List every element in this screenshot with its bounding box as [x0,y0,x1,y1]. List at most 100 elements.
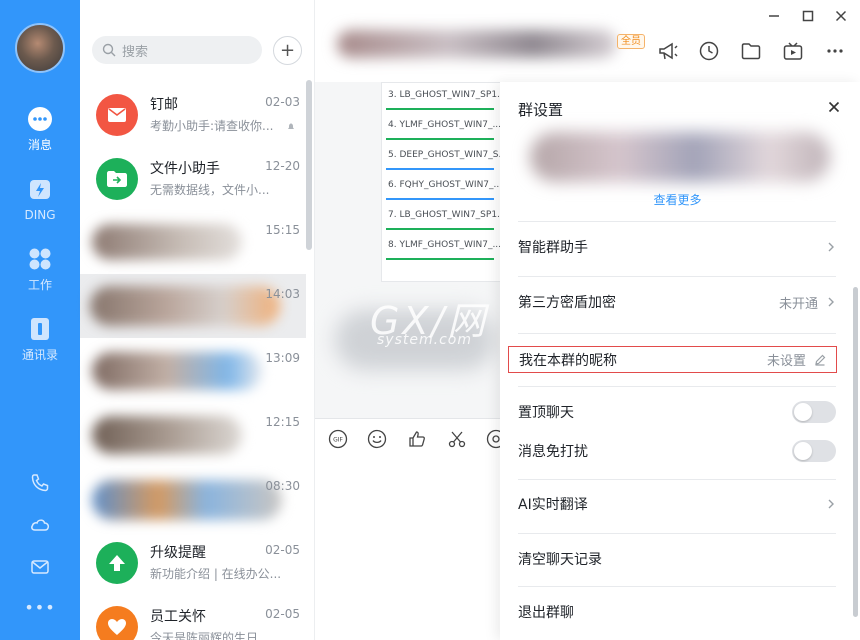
row-label: 智能群助手 [518,240,588,256]
do-not-disturb-row: 消息免打扰 [518,431,836,471]
divider [518,586,836,587]
file-message[interactable]: 8. YLMF_GHOST_WIN7_... [382,233,500,263]
pin-chat-row: 置顶聊天 [518,392,836,432]
rail-item-label: 通讯录 [21,348,58,362]
conversation-time: 02-03 [265,95,300,109]
rail-item-work[interactable]: 工作 [0,246,80,310]
ai-translate-row[interactable]: AI实时翻译 [518,484,836,524]
live-video-icon[interactable] [782,40,804,62]
row-value: 未开通 [778,296,818,312]
user-avatar[interactable] [15,23,65,73]
rail-phone[interactable] [0,472,80,498]
rail-more[interactable]: ••• [0,598,80,617]
file-message[interactable]: 6. FQHY_GHOST_WIN7_... [382,173,500,203]
rail-item-ding[interactable]: DING [0,176,80,240]
file-message[interactable]: 7. LB_GHOST_WIN7_SP1... [382,203,500,233]
conversation-preview: 无需数据线，文件小... [150,183,270,197]
row-label: 退出群聊 [518,605,574,621]
file-name: 7. LB_GHOST_WIN7_SP1... [388,210,500,220]
employee-care-avatar [96,606,138,640]
chat-title-blurred [337,30,617,58]
svg-text:GIF: GIF [333,437,343,444]
row-label: 消息免打扰 [518,444,588,460]
conversation-list: 搜索 + 钉邮 考勤小助手:请查收你... 02-03 文件小助手 无需数据线，… [80,0,315,640]
drawer-title: 群设置 [518,101,564,119]
conversation-item[interactable]: 员工关怀 今天是陈丽辉的生日... 02-05 [80,594,306,640]
conversation-name: 员工关怀 [150,609,206,625]
chat-header: 全员 [315,0,860,82]
search-icon [102,43,116,57]
file-message[interactable]: 4. YLMF_GHOST_WIN7_... [382,113,500,143]
conversation-item[interactable]: 12:15 [80,402,306,466]
drawer-scrollbar[interactable] [853,287,858,617]
add-button[interactable]: + [273,36,302,65]
clear-history-row[interactable]: 清空聊天记录 [518,539,836,579]
scissors-icon[interactable] [447,429,467,449]
exit-group-row[interactable]: 退出群聊 [518,592,836,632]
rail-item-contacts[interactable]: 通讯录 [0,316,80,380]
conversation-item[interactable]: 15:15 [80,210,306,274]
emoji-icon[interactable] [367,429,387,449]
conversation-item[interactable]: 升级提醒 新功能介绍 | 在线办公... 02-05 [80,530,306,594]
row-label: 置顶聊天 [518,405,574,421]
conversation-item[interactable]: 文件小助手 无需数据线，文件小... 12-20 [80,146,306,210]
gif-icon[interactable]: GIF [328,429,348,449]
row-label: 我在本群的昵称 [519,352,617,369]
divider [518,533,836,534]
rail-cloud[interactable] [0,514,80,540]
minimize-icon[interactable] [766,8,782,24]
close-icon[interactable] [826,99,842,115]
conversation-time: 15:15 [265,223,300,237]
ding-icon [30,180,50,199]
conversation-item[interactable]: 钉邮 考勤小助手:请查收你... 02-03 [80,82,306,146]
blurred-content [92,416,242,454]
chevron-right-icon [828,499,834,509]
divider [518,221,836,222]
blurred-content [92,224,242,260]
pin-chat-toggle[interactable] [792,401,836,423]
heart-icon [108,619,126,635]
history-clock-icon[interactable] [698,40,720,62]
conversation-time: 08:30 [265,479,300,493]
encryption-row[interactable]: 第三方密盾加密 未开通 [518,282,836,322]
rail-mail[interactable] [0,556,80,582]
blurred-content [92,352,262,390]
file-transfer-icon [107,171,127,187]
blurred-content [92,480,282,520]
see-more-link[interactable]: 查看更多 [500,191,855,208]
announcement-icon[interactable] [657,40,679,62]
more-icon: ••• [24,598,56,617]
conversation-preview: 考勤小助手:请查收你... [150,119,274,133]
group-settings-drawer: 群设置 查看更多 智能群助手 第三方密盾加密 未开通 我在本群的昵称 未设置 置… [500,82,860,640]
conversation-name: 升级提醒 [150,545,206,561]
do-not-disturb-toggle[interactable] [792,440,836,462]
folder-icon[interactable] [740,40,762,62]
conversation-name: 文件小助手 [150,161,220,177]
smart-assistant-row[interactable]: 智能群助手 [518,227,836,267]
thumbs-up-icon[interactable] [407,429,427,449]
conversation-name: 钉邮 [150,97,178,113]
rail-item-messages[interactable]: 消息 [0,106,80,170]
conversation-item-selected[interactable]: 14:03 [80,274,306,338]
mail-icon [31,560,49,574]
muted-icon [288,123,294,129]
watermark-subtext: system.com [377,332,472,348]
search-input[interactable]: 搜索 [92,36,262,64]
work-icon [29,248,51,270]
close-window-icon[interactable] [833,8,849,24]
edit-pencil-icon[interactable] [814,354,826,366]
file-name: 6. FQHY_GHOST_WIN7_... [388,180,500,190]
list-scrollbar[interactable] [306,80,312,250]
file-message[interactable]: 5. DEEP_GHOST_WIN7_S... [382,143,500,173]
divider [518,386,836,387]
conversation-item[interactable]: 08:30 [80,466,306,530]
chevron-right-icon [828,297,834,307]
cloud-icon [31,519,50,531]
my-nickname-row[interactable]: 我在本群的昵称 未设置 [508,346,837,373]
maximize-icon[interactable] [800,8,816,24]
more-options-icon[interactable] [824,40,846,62]
conversation-item[interactable]: 13:09 [80,338,306,402]
phone-icon [31,474,49,492]
message-icon [28,107,52,131]
file-message[interactable]: 3. LB_GHOST_WIN7_SP1... [382,83,500,113]
